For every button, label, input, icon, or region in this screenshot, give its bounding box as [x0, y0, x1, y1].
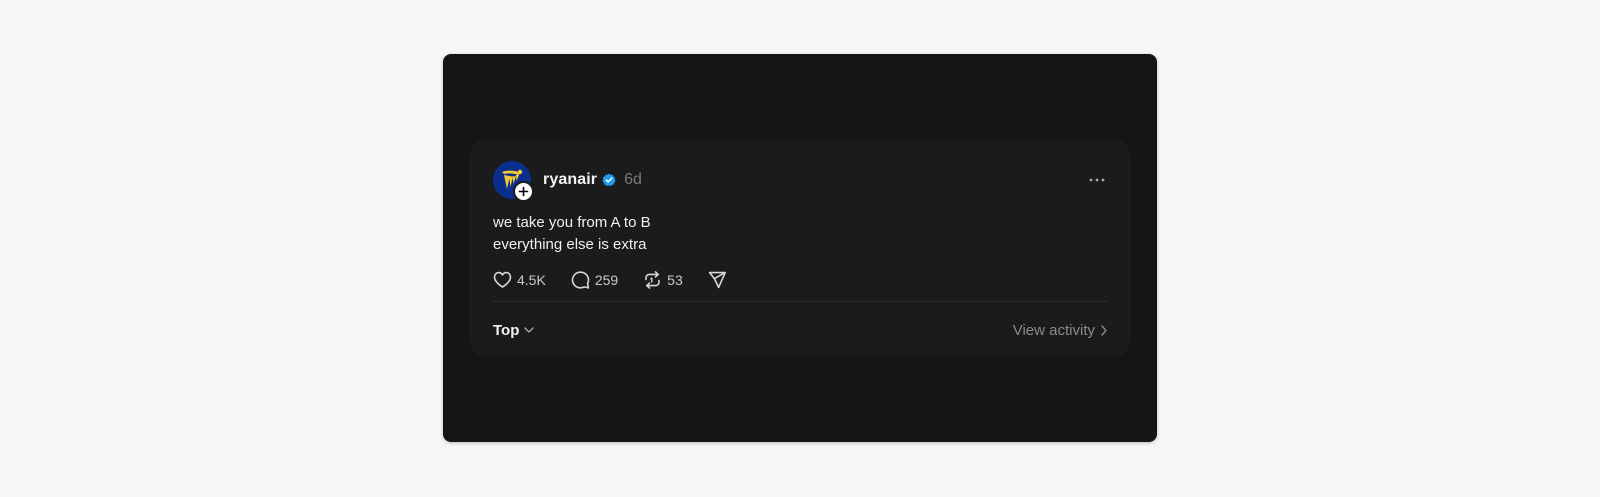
chevron-right-icon	[1101, 324, 1107, 336]
view-activity-link[interactable]: View activity	[1013, 322, 1107, 339]
repost-icon	[645, 271, 660, 289]
like-count: 4.5K	[517, 272, 546, 288]
plus-icon	[518, 186, 529, 197]
post-text-line: we take you from A to B	[493, 214, 651, 231]
reply-button[interactable]: 259	[571, 271, 618, 289]
verified-badge-icon	[602, 173, 616, 187]
post-actions: 4.5K 259 53	[493, 269, 752, 291]
post-timestamp[interactable]: 6d	[624, 171, 642, 189]
share-button[interactable]	[708, 271, 727, 289]
view-activity-label: View activity	[1012, 321, 1095, 339]
like-button[interactable]: 4.5K	[493, 271, 546, 289]
post-text-line: everything else is extra	[493, 236, 647, 253]
chevron-down-icon	[524, 327, 535, 333]
post-frame: ryanair 6d we take you from A to B every…	[443, 54, 1157, 442]
heart-icon	[493, 271, 512, 288]
repost-count: 53	[667, 272, 683, 288]
post-text: we take you from A to B everything else …	[493, 212, 651, 256]
post-header: ryanair 6d	[493, 161, 1107, 202]
comment-icon	[571, 271, 590, 289]
follow-button[interactable]	[513, 181, 534, 202]
avatar-container[interactable]	[493, 161, 534, 202]
reply-count: 259	[594, 272, 619, 288]
send-icon	[708, 271, 726, 289]
ellipsis-icon	[1089, 178, 1105, 182]
sort-dropdown[interactable]: Top	[493, 321, 535, 339]
post-footer: Top View activity	[493, 319, 1107, 341]
divider	[493, 301, 1107, 302]
more-options-button[interactable]	[1087, 170, 1107, 190]
post-card: ryanair 6d we take you from A to B every…	[469, 139, 1131, 357]
sort-label: Top	[493, 321, 520, 339]
username[interactable]: ryanair	[543, 171, 597, 189]
repost-button[interactable]: 53	[643, 271, 683, 289]
